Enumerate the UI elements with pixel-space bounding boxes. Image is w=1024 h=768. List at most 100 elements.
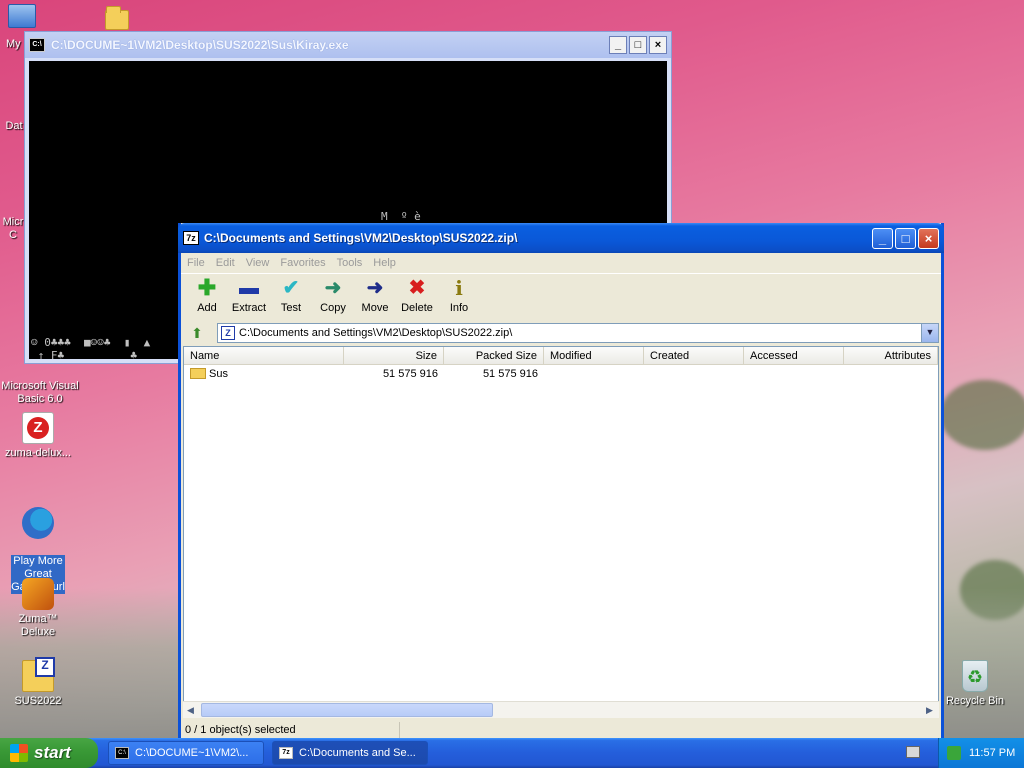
desktop-icon-micr[interactable]: Micr C [0, 203, 26, 242]
copy-button[interactable]: ➜ Copy [315, 274, 351, 314]
menu-file[interactable]: File [187, 257, 205, 269]
cell-size: 51 575 916 [382, 367, 438, 380]
add-button[interactable]: ✚ Add [189, 274, 225, 315]
zip-archive-icon: Z [221, 326, 235, 340]
menu-bar: File Edit View Favorites Tools Help [181, 253, 941, 273]
windows-flag-icon [10, 744, 28, 762]
column-header-size[interactable]: Size [344, 347, 444, 364]
cell-packed-size: 51 575 916 [482, 367, 538, 380]
address-input[interactable]: C:\Documents and Settings\VM2\Desktop\SU… [239, 327, 921, 339]
folder-up-button[interactable]: ⬆ [187, 324, 207, 342]
address-dropdown-button[interactable]: ▼ [921, 324, 938, 342]
console-line: ↑ F♣ ♣ [31, 349, 137, 362]
console-maximize-button[interactable]: □ [629, 36, 647, 54]
toolbar: ✚ Add ▬ Extract ✔ Test ➜ Copy ➜ Move ✖ D… [181, 273, 941, 321]
palm-foliage [940, 380, 1024, 450]
address-bar: ⬆ Z C:\Documents and Settings\VM2\Deskto… [181, 321, 941, 345]
network-icon[interactable] [947, 746, 961, 760]
recycle-bin-icon [962, 660, 988, 692]
test-button[interactable]: ✔ Test [273, 274, 309, 314]
console-close-button[interactable]: × [649, 36, 667, 54]
column-header-name[interactable]: Name [184, 347, 344, 364]
console-line: M º è [381, 210, 421, 223]
status-text: 0 / 1 object(s) selected [185, 724, 296, 736]
menu-edit[interactable]: Edit [216, 257, 235, 269]
move-button[interactable]: ➜ Move [357, 274, 393, 314]
menu-view[interactable]: View [246, 257, 270, 269]
scroll-right-button[interactable]: ▶ [922, 703, 937, 718]
console-title: C:\DOCUME~1\VM2\Desktop\SUS2022\Sus\Kira… [51, 38, 349, 52]
desktop-icon-my-computer[interactable]: My [2, 4, 42, 50]
keyboard-icon[interactable] [906, 746, 920, 758]
desktop-icon-label: zuma-delux... [4, 447, 72, 459]
folder-up-icon: ⬆ [191, 325, 203, 341]
status-cell [399, 722, 400, 738]
address-combobox[interactable]: Z C:\Documents and Settings\VM2\Desktop\… [217, 323, 939, 343]
start-button[interactable]: start [0, 738, 98, 768]
desktop-icon-label: My [6, 38, 21, 50]
desktop-icon-data[interactable]: Dat [2, 120, 26, 133]
extract-button[interactable]: ▬ Extract [231, 274, 267, 314]
desktop-icon-folder[interactable] [100, 6, 134, 33]
desktop-icon-visual-basic[interactable]: Microsoft Visual Basic 6.0 [0, 367, 80, 406]
info-button-label: Info [449, 302, 469, 314]
console-minimize-button[interactable]: _ [609, 36, 627, 54]
clock[interactable]: 11:57 PM [969, 747, 1015, 759]
info-button[interactable]: i Info [441, 274, 477, 314]
system-tray: 11:57 PM [938, 738, 1024, 768]
taskbar-item-label: C:\DOCUME~1\VM2\... [135, 747, 249, 759]
folder-icon [190, 368, 206, 380]
desktop-icon-label: Micr C [2, 216, 24, 241]
console-app-icon: C:\ [115, 747, 129, 759]
zuma-deluxe-icon [22, 578, 54, 610]
taskbar-item-label: C:\Documents and Se... [299, 747, 416, 759]
sevenzip-app-icon: 7z [279, 747, 293, 759]
sevenzip-close-button[interactable]: × [918, 227, 939, 249]
desktop-icon-label: Recycle Bin [945, 695, 1005, 707]
info-icon: i [455, 276, 463, 300]
column-header-packed-size[interactable]: Packed Size [444, 347, 544, 364]
desktop-icon-sus2022[interactable]: SUS2022 [1, 657, 75, 708]
menu-favorites[interactable]: Favorites [280, 257, 325, 269]
taskbar-item-console[interactable]: C:\ C:\DOCUME~1\VM2\... [108, 741, 264, 765]
sevenzip-titlebar[interactable]: 7z C:\Documents and Settings\VM2\Desktop… [178, 223, 944, 253]
sevenzip-app-icon[interactable]: 7z [183, 231, 199, 245]
games-globe-icon [22, 507, 54, 539]
desktop-icon-recycle-bin[interactable]: Recycle Bin [938, 660, 1012, 708]
scroll-left-button[interactable]: ◀ [183, 703, 198, 718]
delete-button-label: Delete [401, 302, 433, 314]
scroll-thumb[interactable] [201, 703, 493, 717]
file-list[interactable]: Name Size Packed Size Modified Created A… [183, 346, 939, 718]
console-app-icon[interactable]: C:\ [29, 38, 45, 52]
delete-button[interactable]: ✖ Delete [399, 274, 435, 314]
column-header-attributes[interactable]: Attributes [844, 347, 938, 364]
taskbar-item-sevenzip[interactable]: 7z C:\Documents and Se... [272, 741, 428, 765]
chevron-down-icon: ▼ [925, 327, 935, 337]
move-button-label: Move [361, 302, 389, 314]
computer-icon [8, 4, 36, 28]
table-row[interactable]: Sus 51 575 916 51 575 916 [184, 365, 938, 382]
desktop-icon-zuma-deluxe[interactable]: Zuma™ Deluxe [1, 578, 75, 639]
menu-tools[interactable]: Tools [337, 257, 363, 269]
column-header-accessed[interactable]: Accessed [744, 347, 844, 364]
desktop-icon-zuma-deluxe-installer[interactable]: zuma-delux... [1, 412, 75, 460]
sevenzip-maximize-button[interactable]: □ [895, 227, 916, 249]
sevenzip-window[interactable]: 7z C:\Documents and Settings\VM2\Desktop… [178, 223, 944, 740]
horizontal-scrollbar[interactable]: ◀ ▶ [183, 701, 939, 718]
extract-button-label: Extract [231, 302, 267, 314]
minus-icon: ▬ [239, 277, 259, 299]
column-header-created[interactable]: Created [644, 347, 744, 364]
console-titlebar[interactable]: C:\ C:\DOCUME~1\VM2\Desktop\SUS2022\Sus\… [25, 32, 671, 58]
desktop-icon-label: Microsoft Visual Basic 6.0 [1, 380, 79, 405]
move-arrow-icon: ➜ [366, 277, 384, 299]
menu-help[interactable]: Help [373, 257, 396, 269]
sevenzip-title: C:\Documents and Settings\VM2\Desktop\SU… [204, 231, 518, 245]
folder-icon [105, 6, 129, 30]
taskbar: start C:\ C:\DOCUME~1\VM2\... 7z C:\Docu… [0, 738, 1024, 768]
file-list-header: Name Size Packed Size Modified Created A… [184, 347, 938, 365]
test-button-label: Test [280, 302, 302, 314]
status-bar: 0 / 1 object(s) selected [181, 720, 941, 740]
sevenzip-minimize-button[interactable]: _ [872, 227, 893, 249]
desktop-icon-label: SUS2022 [14, 695, 62, 707]
column-header-modified[interactable]: Modified [544, 347, 644, 364]
